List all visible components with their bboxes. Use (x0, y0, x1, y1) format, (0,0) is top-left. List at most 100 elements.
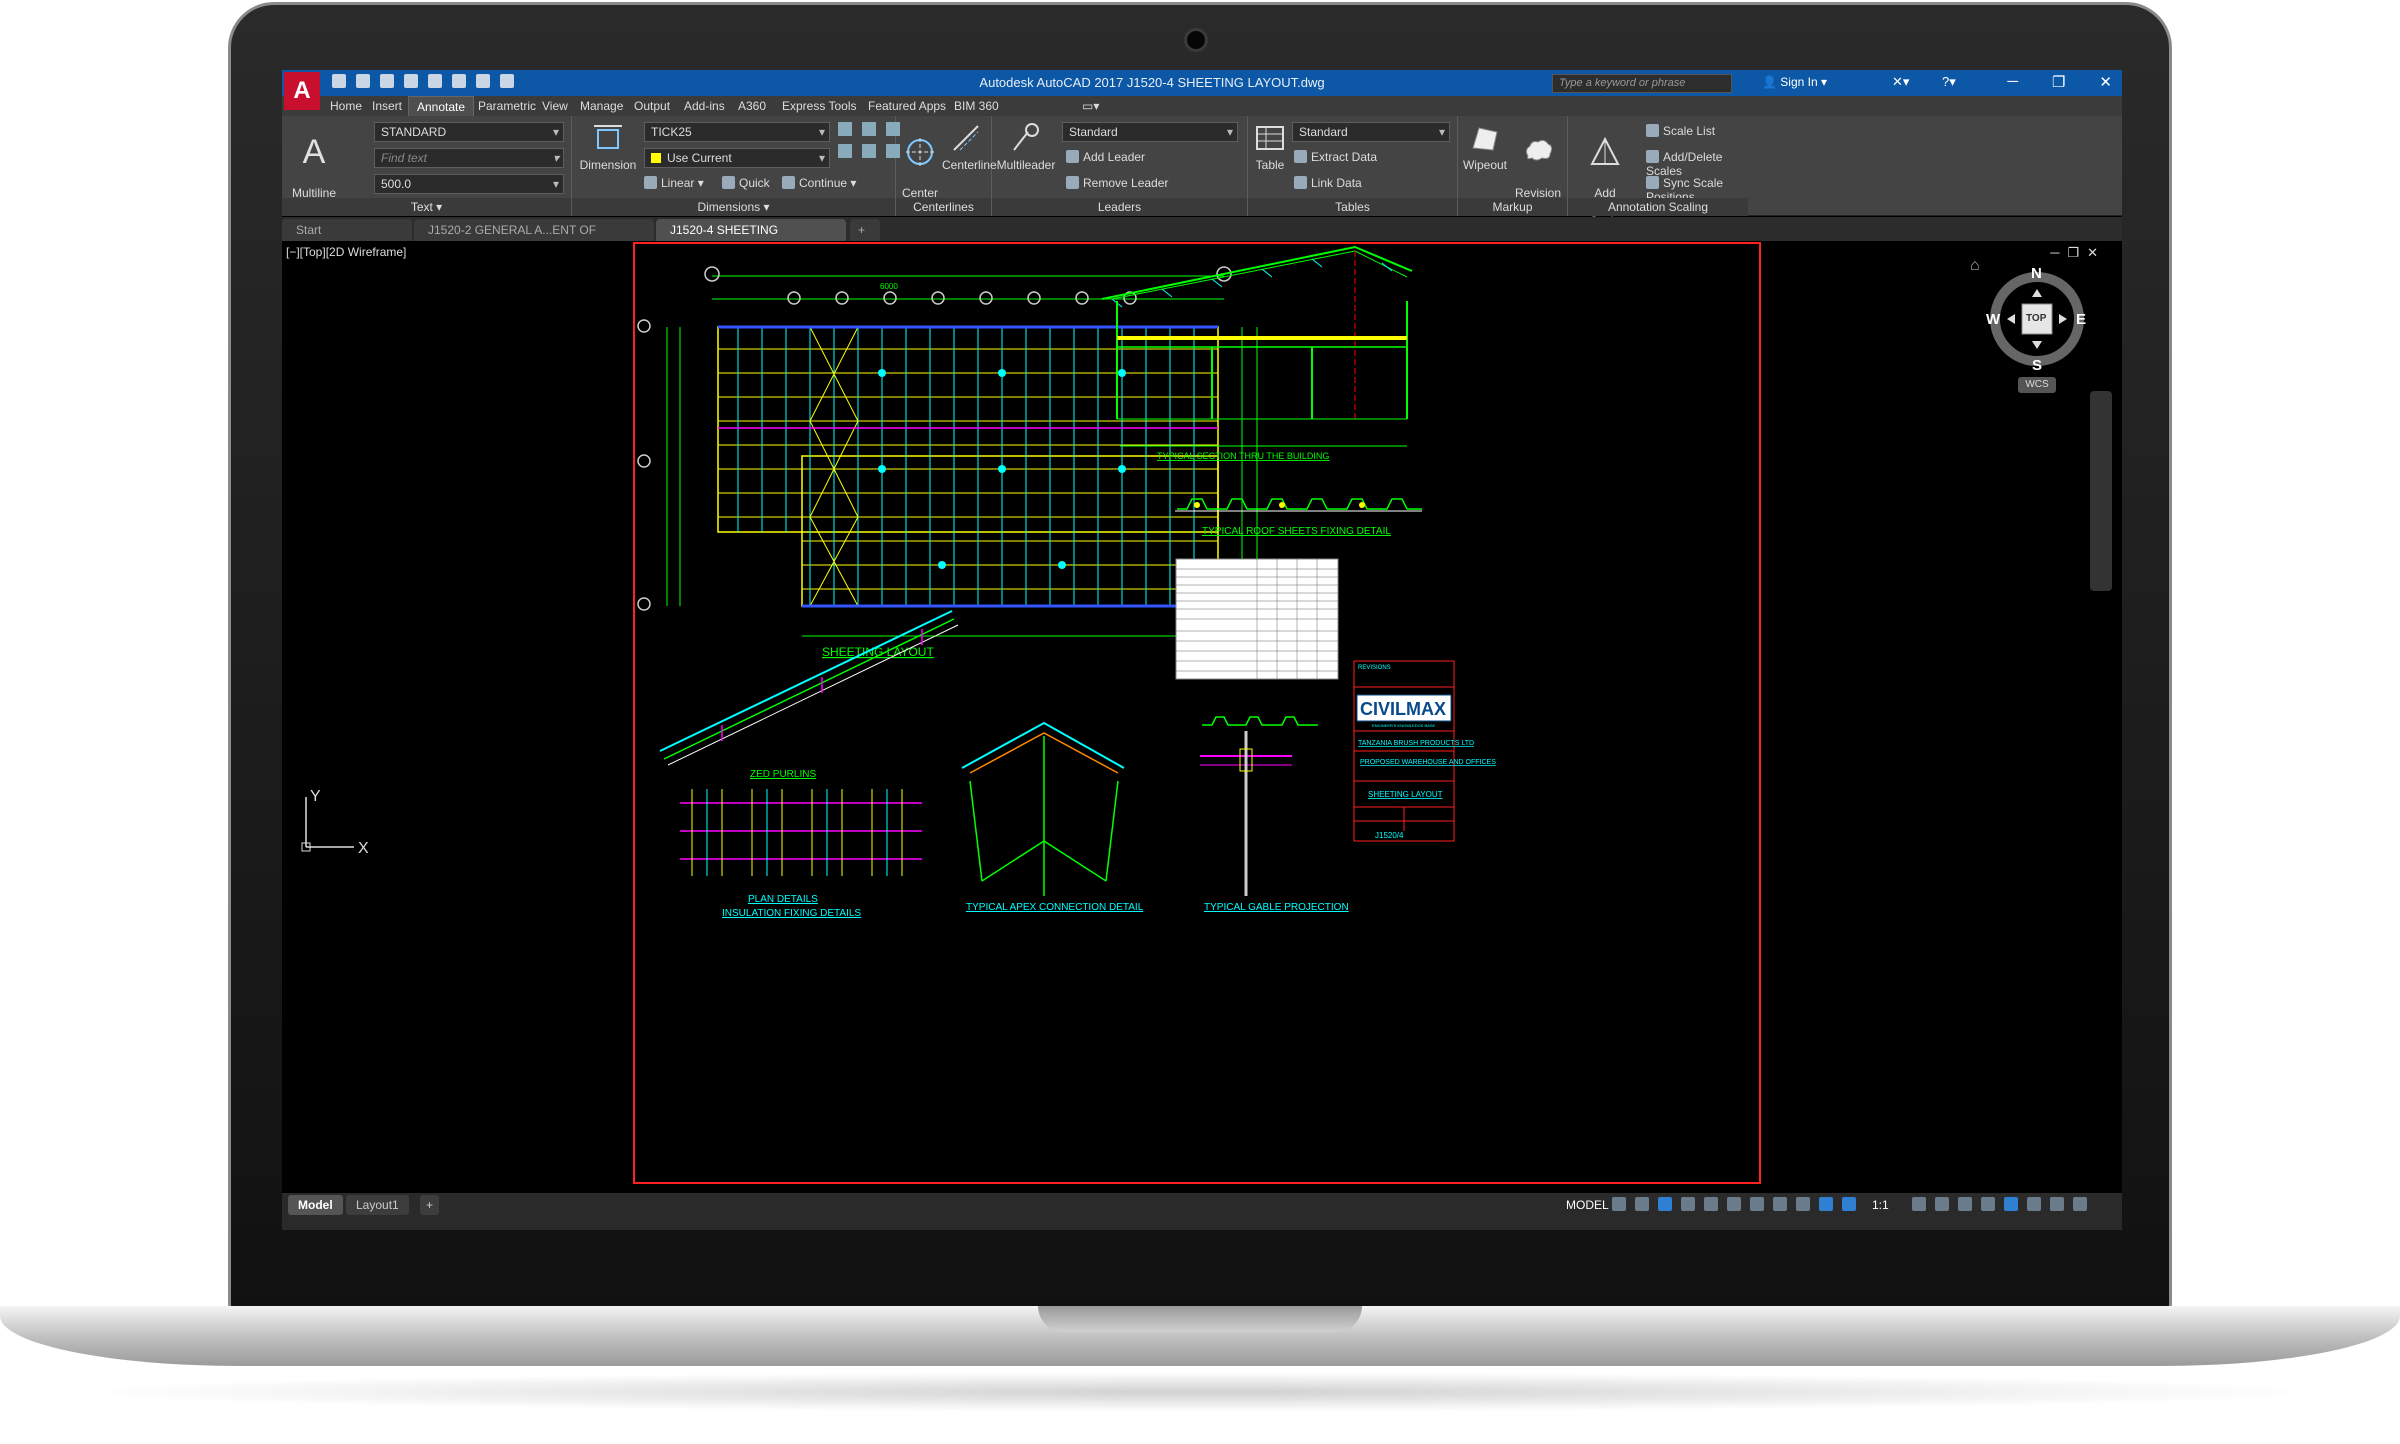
extract-data-button[interactable]: Extract Data (1294, 150, 1377, 164)
undo-icon[interactable] (452, 74, 466, 88)
table-style-combo[interactable]: Standard (1292, 122, 1450, 142)
navigation-bar[interactable] (2090, 391, 2112, 591)
home-icon[interactable]: ⌂ (1970, 257, 1980, 275)
plot-icon[interactable] (428, 74, 442, 88)
add-delete-scales-button[interactable]: Add/Delete Scales (1646, 150, 1748, 178)
quick-properties-icon[interactable] (1981, 1197, 1995, 1211)
annotation-visibility-icon[interactable] (1819, 1197, 1833, 1211)
add-leader-icon (1066, 150, 1079, 163)
ribbon-minimize-icon[interactable]: ▭▾ (1082, 99, 1099, 113)
transparency-icon[interactable] (1773, 1197, 1787, 1211)
drawing-viewport[interactable]: [−][Top][2D Wireframe] ─❐✕ 6000 SHEETING… (282, 241, 2122, 1193)
laptop-shadow (60, 1372, 2340, 1412)
plus-icon[interactable] (1935, 1197, 1949, 1211)
new-icon[interactable] (332, 74, 346, 88)
dim-tool-icon[interactable] (862, 144, 876, 158)
dim-tool-icon[interactable] (862, 122, 876, 136)
osnap-icon[interactable] (1704, 1197, 1718, 1211)
wipeout-button[interactable]: Wipeout (1462, 122, 1508, 172)
redo-icon[interactable] (476, 74, 490, 88)
tab-home[interactable]: Home (330, 99, 362, 113)
bay-dimension: 6000 (880, 282, 898, 291)
polar-icon[interactable] (1681, 1197, 1695, 1211)
lineweight-icon[interactable] (1750, 1197, 1764, 1211)
dimension-button[interactable]: Dimension (578, 122, 638, 172)
grid-icon[interactable] (1612, 1197, 1626, 1211)
remove-leader-button[interactable]: Remove Leader (1066, 176, 1168, 190)
dim-tool-icon[interactable] (838, 144, 852, 158)
tab-bim-360[interactable]: BIM 360 (954, 99, 999, 113)
extract-data-icon (1294, 150, 1307, 163)
tab-parametric[interactable]: Parametric (478, 99, 536, 113)
scale-list-button[interactable]: Scale List (1646, 124, 1715, 138)
link-data-button[interactable]: Link Data (1294, 176, 1362, 190)
minimize-icon[interactable]: ─ (2007, 73, 2018, 91)
tab-output[interactable]: Output (634, 99, 670, 113)
add-leader-button[interactable]: Add Leader (1066, 150, 1145, 164)
tab-start[interactable]: Start (282, 219, 412, 241)
dim-layer-combo[interactable]: Use Current (644, 148, 830, 168)
continue-button[interactable]: Continue ▾ (782, 176, 856, 190)
save-icon[interactable] (380, 74, 394, 88)
tab-a360[interactable]: A360 (738, 99, 766, 113)
tab-insert[interactable]: Insert (372, 99, 402, 113)
isolate-icon[interactable] (2027, 1197, 2041, 1211)
new-tab-button[interactable]: + (850, 219, 880, 241)
ucs-icon[interactable]: Y X (296, 789, 376, 859)
find-text-input[interactable]: Find text (374, 148, 564, 168)
continue-icon (782, 176, 795, 189)
dim-tool-icon[interactable] (838, 122, 852, 136)
mleader-style-combo[interactable]: Standard (1062, 122, 1238, 142)
annotation-scale[interactable]: 1:1 (1872, 1195, 1889, 1215)
clean-screen-icon[interactable] (2050, 1197, 2064, 1211)
customization-menu-icon[interactable] (2073, 1197, 2087, 1211)
text-panel-title[interactable]: Text ▾ (282, 198, 571, 216)
multileader-button[interactable]: Multileader (996, 122, 1056, 172)
open-icon[interactable] (356, 74, 370, 88)
tab-annotate[interactable]: Annotate (408, 96, 475, 116)
close-icon[interactable]: ✕ (2099, 73, 2112, 91)
text-height-combo[interactable]: 500.0 (374, 174, 564, 194)
dimensions-panel-title[interactable]: Dimensions ▾ (572, 198, 895, 216)
lock-ui-icon[interactable] (2004, 1197, 2018, 1211)
tab-add-ins[interactable]: Add-ins (684, 99, 725, 113)
otrack-icon[interactable] (1727, 1197, 1741, 1211)
snap-icon[interactable] (1635, 1197, 1649, 1211)
tab-model-layout[interactable]: Model (288, 1195, 343, 1215)
wcs-menu[interactable]: WCS (2018, 377, 2056, 393)
dimstyle-combo[interactable]: TICK25 (644, 122, 830, 142)
tab-layout1[interactable]: Layout1 (346, 1195, 409, 1215)
sign-in-label: Sign In (1780, 75, 1818, 89)
ortho-icon[interactable] (1658, 1197, 1672, 1211)
restore-icon[interactable]: ❐ (2052, 73, 2065, 91)
exchange-icon[interactable]: ✕▾ (1892, 74, 1909, 90)
auto-scale-icon[interactable] (1842, 1197, 1856, 1211)
help-icon[interactable]: ?▾ (1942, 74, 1956, 90)
tab-general-arrangement[interactable]: J1520-2 GENERAL A...ENT OF STEELWORK*✕ (414, 219, 654, 259)
help-search-input[interactable]: Type a keyword or phrase (1552, 74, 1732, 93)
tab-express-tools[interactable]: Express Tools (782, 99, 856, 113)
selection-cycling-icon[interactable] (1796, 1197, 1810, 1211)
model-space-toggle[interactable]: MODEL (1560, 1195, 1615, 1215)
quick-button[interactable]: Quick (722, 176, 770, 190)
centerline-button[interactable]: Centerline (942, 122, 997, 172)
autocad-logo-icon[interactable]: A (284, 72, 320, 110)
tab-view[interactable]: View (542, 99, 568, 113)
tab-featured-apps[interactable]: Featured Apps (868, 99, 946, 113)
viewcube[interactable]: N S W E TOP WCS (1982, 249, 2092, 409)
viewcube-face-top[interactable]: TOP (2026, 313, 2046, 324)
save-as-icon[interactable] (404, 74, 418, 88)
table-button[interactable]: Table (1252, 122, 1288, 172)
tab-manage[interactable]: Manage (580, 99, 623, 113)
qat-dropdown-icon[interactable] (500, 74, 514, 88)
tab-sheeting-layout[interactable]: J1520-4 SHEETING LAYOUT*✕ (656, 219, 846, 259)
compass-south: S (2032, 357, 2043, 374)
leaders-panel-title[interactable]: Leaders (992, 198, 1247, 216)
add-layout-button[interactable]: + (420, 1195, 440, 1215)
text-style-combo[interactable]: STANDARD (374, 122, 564, 142)
units-icon[interactable] (1958, 1197, 1972, 1211)
gear-icon[interactable] (1912, 1197, 1926, 1211)
linear-button[interactable]: Linear ▾ (644, 176, 704, 190)
user-icon: 👤 (1762, 75, 1781, 89)
sign-in-button[interactable]: 👤 Sign In ▾ (1762, 75, 1827, 89)
